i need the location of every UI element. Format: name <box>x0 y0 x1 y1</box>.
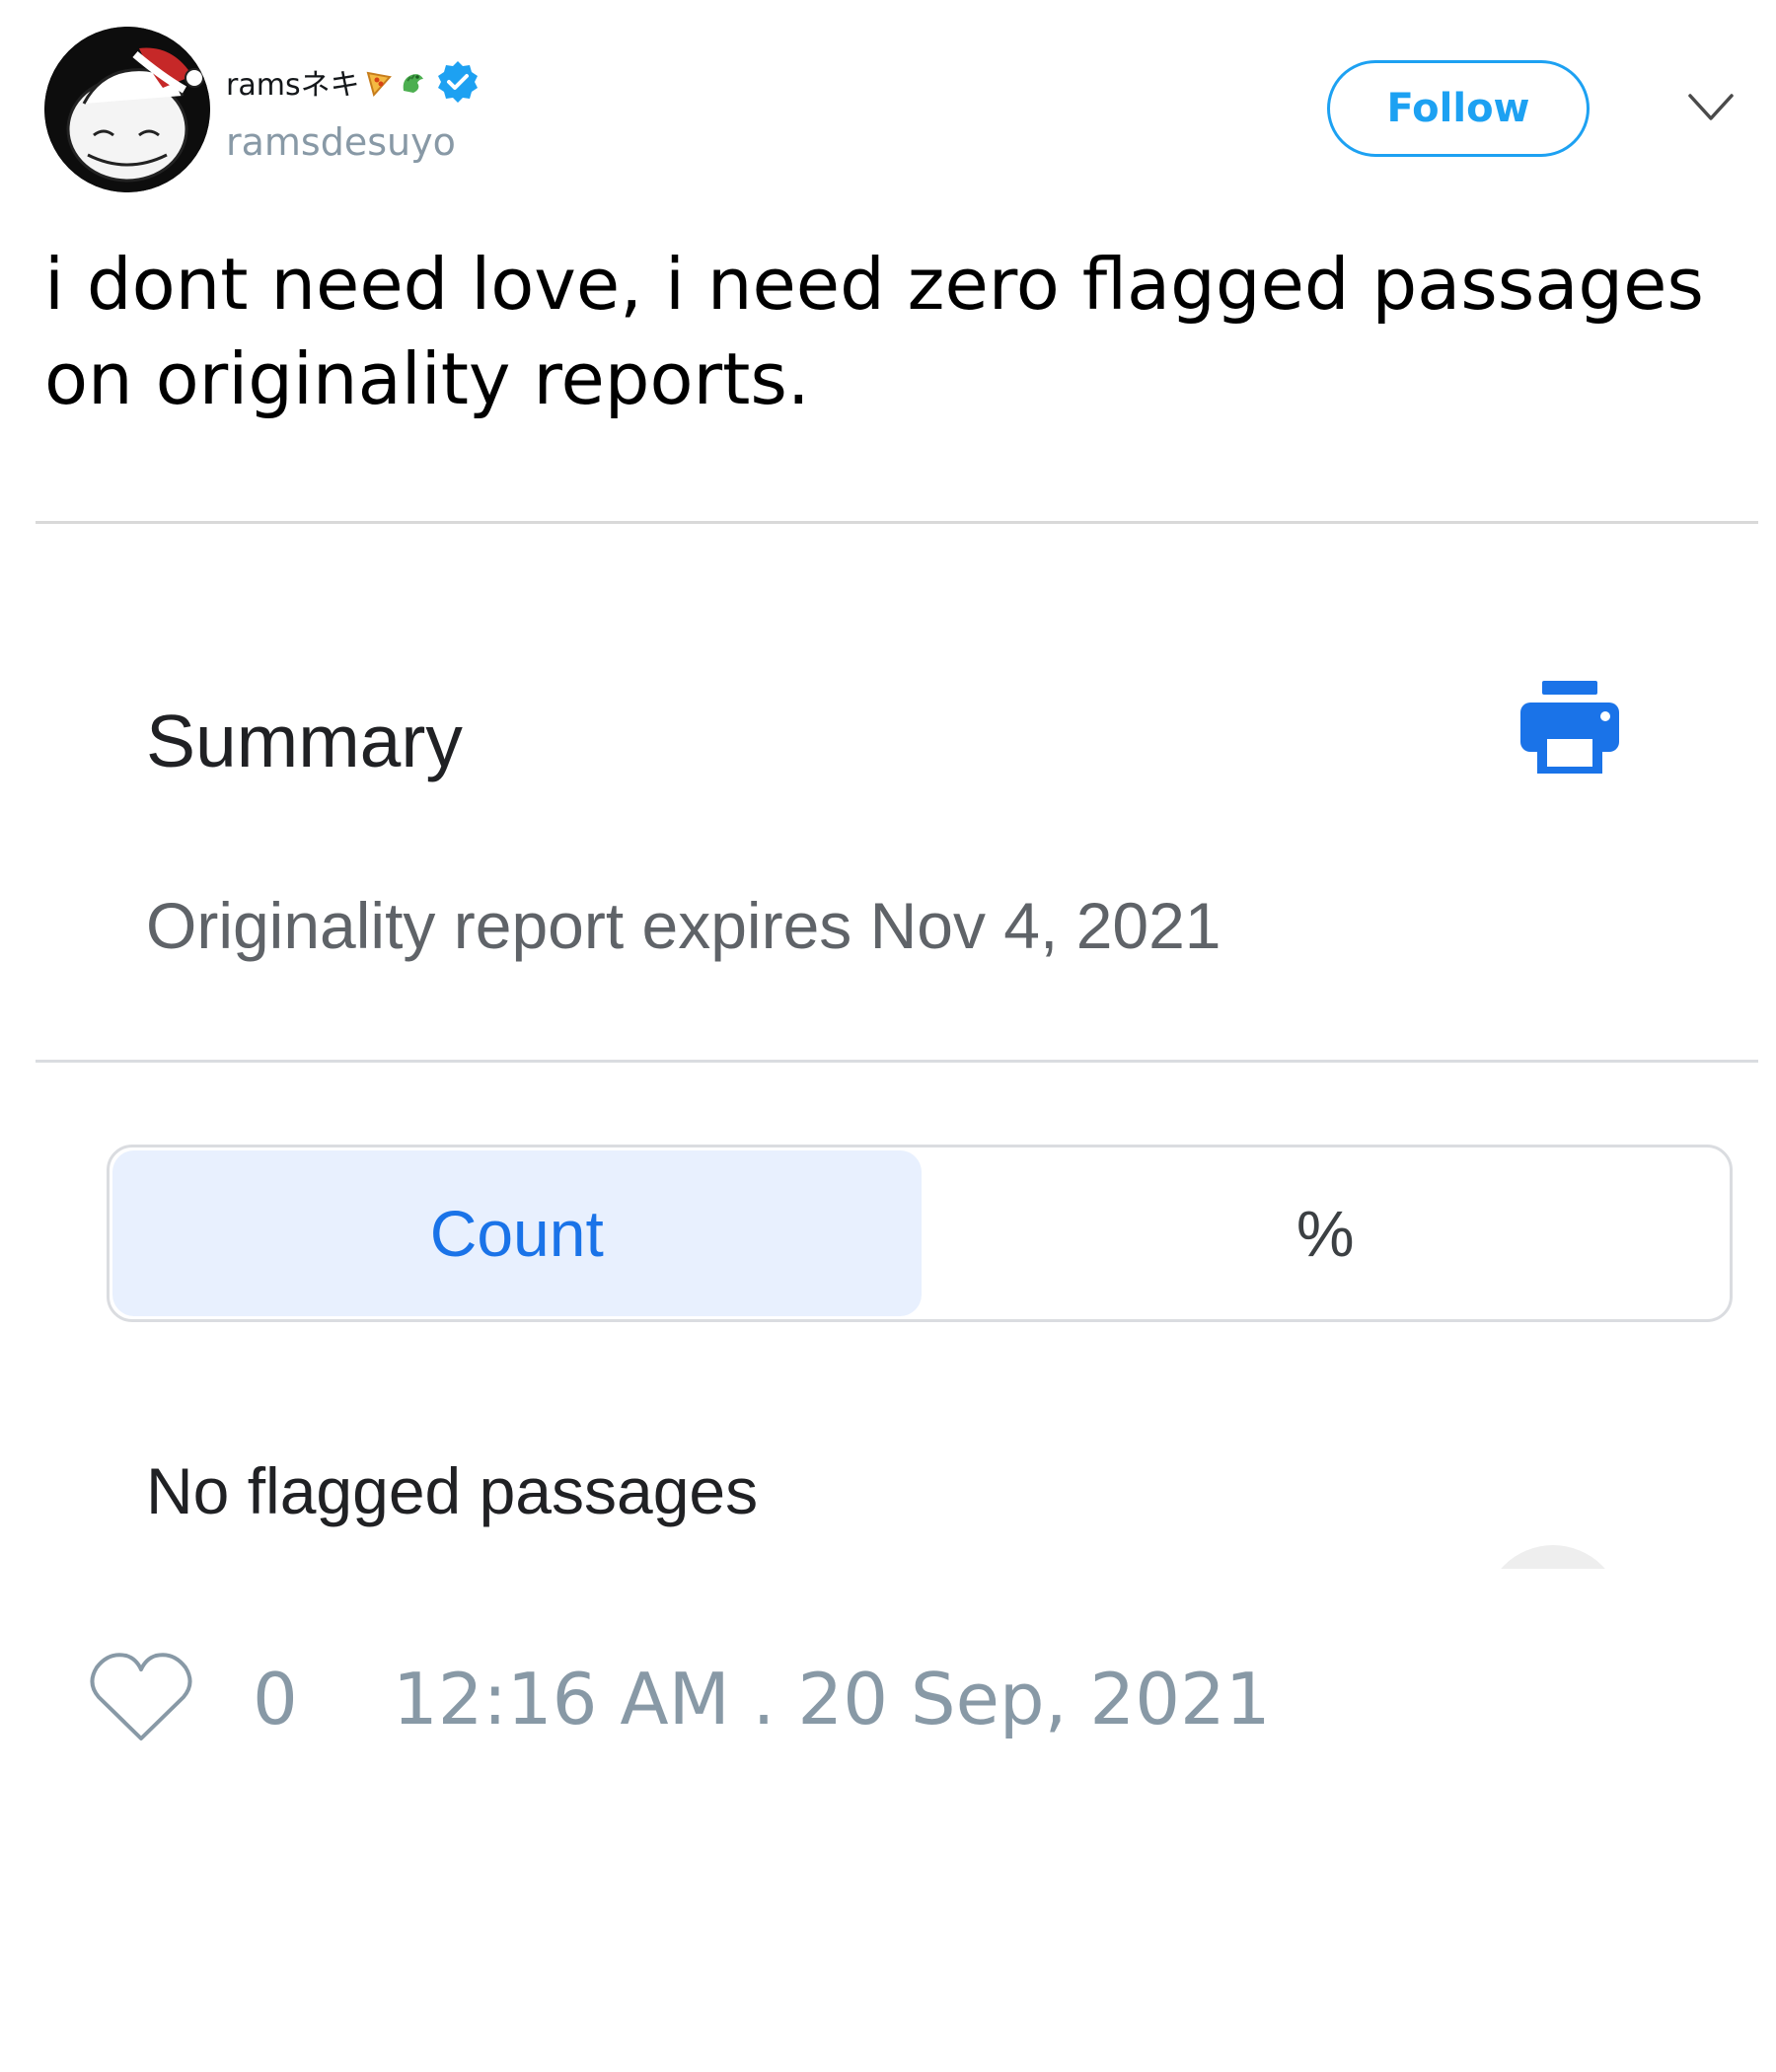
follow-button[interactable]: Follow <box>1327 60 1590 157</box>
user-info: ramsネキ ramsdesuyo <box>226 57 481 164</box>
print-icon[interactable] <box>1518 679 1621 774</box>
display-name-row: ramsネキ <box>226 57 481 107</box>
cropped-circle-graphic <box>1484 1545 1622 1569</box>
avatar-image <box>44 27 210 192</box>
like-count: 0 <box>253 1658 298 1740</box>
media-divider-middle <box>36 1060 1758 1063</box>
count-percent-toggle: Count % <box>107 1145 1733 1322</box>
tweet-text: i dont need love, i need zero flagged pa… <box>44 243 1704 420</box>
toggle-count[interactable]: Count <box>112 1150 922 1316</box>
display-name[interactable]: ramsネキ <box>226 60 360 104</box>
toggle-percent[interactable]: % <box>922 1147 1731 1319</box>
tweet-timestamp[interactable]: 12:16 AM . 20 Sep, 2021 <box>393 1658 1271 1740</box>
avatar[interactable] <box>44 27 210 192</box>
heart-icon[interactable] <box>89 1650 193 1744</box>
tweet-card: ramsネキ ramsdesuyo Follow i dont need lov… <box>0 0 1776 2072</box>
pizza-icon <box>366 71 392 97</box>
user-handle[interactable]: ramsdesuyo <box>226 120 481 164</box>
media-divider-top <box>36 521 1758 524</box>
chevron-down-icon[interactable] <box>1687 91 1735 124</box>
report-expiry-text: Originality report expires Nov 4, 2021 <box>146 889 1221 962</box>
summary-title: Summary <box>146 700 463 782</box>
verified-badge-icon <box>437 61 478 103</box>
no-flagged-passages-text: No flagged passages <box>146 1454 759 1527</box>
tweet-media-screenshot[interactable]: Summary Originality report expires Nov 4… <box>36 521 1758 1569</box>
dragon-icon <box>403 74 423 93</box>
